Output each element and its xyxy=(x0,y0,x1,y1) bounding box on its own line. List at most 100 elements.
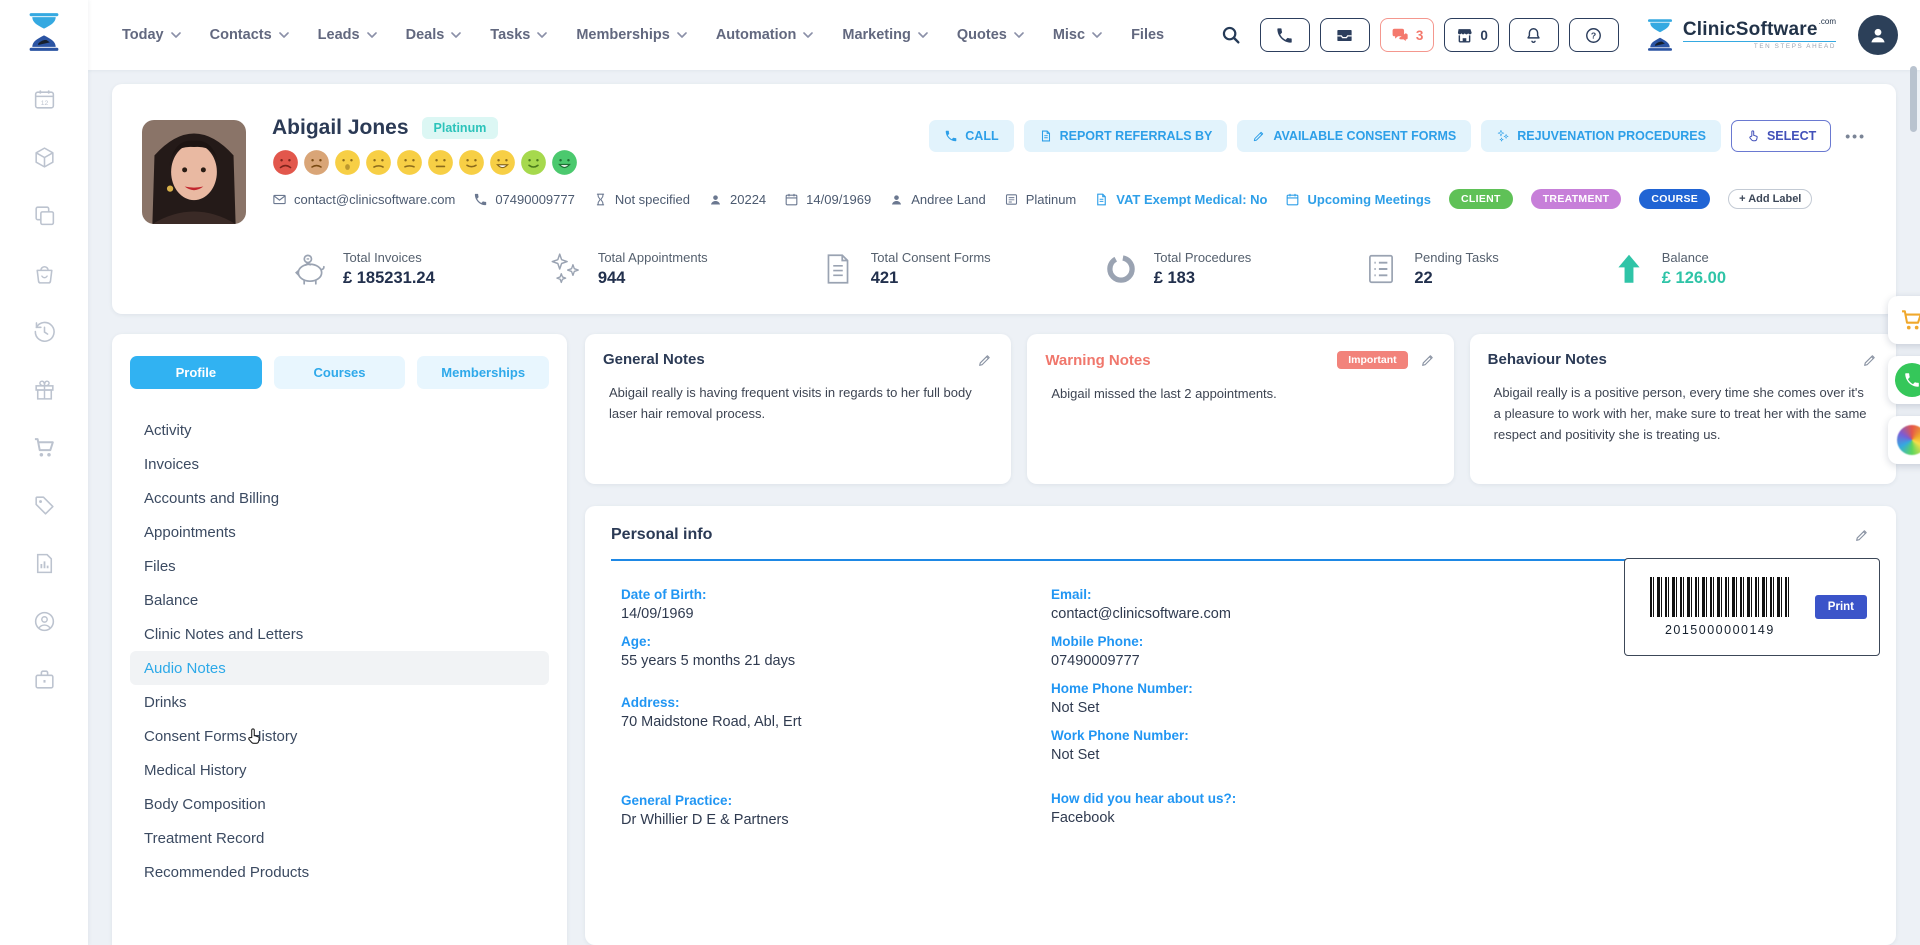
tier-chip[interactable]: Platinum xyxy=(1004,192,1077,207)
chevron-down-icon xyxy=(367,32,377,38)
client-id-chip[interactable]: 20224 xyxy=(708,192,766,207)
notifications-button[interactable] xyxy=(1509,18,1559,52)
mood-face-4-icon[interactable] xyxy=(365,149,392,176)
nav-item-contacts[interactable]: Contacts xyxy=(210,27,289,43)
mood-face-3-icon[interactable] xyxy=(334,149,361,176)
menu-item-files[interactable]: Files xyxy=(130,549,549,583)
mood-face-8-icon[interactable] xyxy=(489,149,516,176)
donut-chart-icon xyxy=(1103,251,1139,287)
nav-item-leads[interactable]: Leads xyxy=(318,27,377,43)
menu-item-medical-history[interactable]: Medical History xyxy=(130,753,549,787)
tab-memberships[interactable]: Memberships xyxy=(417,356,549,389)
package-icon[interactable] xyxy=(32,145,57,170)
mood-face-2-icon[interactable] xyxy=(303,149,330,176)
cart-icon[interactable] xyxy=(32,435,57,460)
available-consent-forms-button[interactable]: AVAILABLE CONSENT FORMS xyxy=(1237,120,1471,152)
edit-pencil-icon[interactable] xyxy=(1420,352,1436,368)
label-course[interactable]: COURSE xyxy=(1639,189,1710,209)
email-chip[interactable]: contact@clinicsoftware.com xyxy=(272,192,455,207)
menu-item-activity[interactable]: Activity xyxy=(130,413,549,447)
nav-item-tasks[interactable]: Tasks xyxy=(490,27,547,43)
mood-face-7-icon[interactable] xyxy=(458,149,485,176)
edit-pencil-icon[interactable] xyxy=(1854,527,1870,543)
gift-icon[interactable] xyxy=(32,377,57,402)
basket-icon[interactable] xyxy=(32,261,57,286)
calendar-icon[interactable] xyxy=(32,87,57,112)
menu-item-recommended-products[interactable]: Recommended Products xyxy=(130,855,549,889)
rejuvenation-procedures-button[interactable]: REJUVENATION PROCEDURES xyxy=(1481,120,1721,152)
vertical-scrollbar[interactable] xyxy=(1910,66,1917,132)
phone-chip[interactable]: 07490009777 xyxy=(473,192,575,207)
add-label-button[interactable]: + Add Label xyxy=(1728,189,1812,209)
ai-globe-icon xyxy=(1897,425,1920,455)
voucher-tag-icon[interactable] xyxy=(32,493,57,518)
nav-item-files[interactable]: Files xyxy=(1131,27,1164,43)
upcoming-meetings-link[interactable]: Upcoming Meetings xyxy=(1285,192,1431,207)
menu-item-appointments[interactable]: Appointments xyxy=(130,515,549,549)
clinic-chip[interactable]: Andree Land xyxy=(889,192,985,207)
menu-item-treatment-record[interactable]: Treatment Record xyxy=(130,821,549,855)
client-icon[interactable] xyxy=(32,609,57,634)
dob-chip[interactable]: 14/09/1969 xyxy=(784,192,871,207)
mood-face-10-icon[interactable] xyxy=(551,149,578,176)
nav-item-today[interactable]: Today xyxy=(122,27,181,43)
select-button[interactable]: SELECT xyxy=(1731,120,1831,152)
call-button[interactable]: CALL xyxy=(929,120,1013,152)
shop-button[interactable]: 0 xyxy=(1444,18,1499,52)
pencil-icon xyxy=(1252,129,1266,143)
clinicsoftware-logo-icon[interactable] xyxy=(26,0,62,87)
report-referrals-button[interactable]: REPORT REFERRALS BY xyxy=(1024,120,1228,152)
stat-total-invoices: Total Invoices£ 185231.24 xyxy=(292,250,435,288)
warning-notes-card: Warning Notes Important Abigail missed t… xyxy=(1027,334,1453,484)
print-button[interactable]: Print xyxy=(1815,595,1867,619)
label-client[interactable]: CLIENT xyxy=(1449,189,1513,209)
copy-icon[interactable] xyxy=(32,203,57,228)
tab-courses[interactable]: Courses xyxy=(274,356,406,389)
nav-item-deals[interactable]: Deals xyxy=(406,27,462,43)
hourglass-icon xyxy=(593,192,608,207)
call-widget[interactable] xyxy=(1888,356,1920,404)
nav-item-quotes[interactable]: Quotes xyxy=(957,27,1024,43)
mood-face-6-icon[interactable] xyxy=(427,149,454,176)
vat-exempt-link[interactable]: VAT Exempt Medical: No xyxy=(1094,192,1267,207)
user-avatar[interactable] xyxy=(1858,15,1898,55)
briefcase-icon[interactable] xyxy=(32,667,57,692)
menu-item-body-composition[interactable]: Body Composition xyxy=(130,787,549,821)
mood-face-9-icon[interactable] xyxy=(520,149,547,176)
tab-profile[interactable]: Profile xyxy=(130,356,262,389)
note-header: General Notes xyxy=(603,351,993,368)
menu-item-invoices[interactable]: Invoices xyxy=(130,447,549,481)
history-icon[interactable] xyxy=(32,319,57,344)
nav-item-automation[interactable]: Automation xyxy=(716,27,814,43)
edit-pencil-icon[interactable] xyxy=(1862,352,1878,368)
ai-widget[interactable] xyxy=(1888,416,1920,464)
chat-button[interactable]: 3 xyxy=(1380,18,1435,52)
mood-face-5-icon[interactable] xyxy=(396,149,423,176)
menu-item-audio-notes[interactable]: Audio Notes xyxy=(130,651,549,685)
menu-item-clinic-notes-and-letters[interactable]: Clinic Notes and Letters xyxy=(130,617,549,651)
help-button[interactable] xyxy=(1569,18,1619,52)
label-treatment[interactable]: TREATMENT xyxy=(1531,189,1622,209)
phone-call-button[interactable] xyxy=(1260,18,1310,52)
menu-item-consent-forms-history[interactable]: Consent Forms History xyxy=(130,719,549,753)
edit-pencil-icon[interactable] xyxy=(977,352,993,368)
nav-item-misc[interactable]: Misc xyxy=(1053,27,1102,43)
field-label: Email: xyxy=(1051,587,1481,602)
shop-icon xyxy=(1455,26,1474,45)
menu-item-accounts-and-billing[interactable]: Accounts and Billing xyxy=(130,481,549,515)
clinicsoftware-brand[interactable]: ClinicSoftware.com TEN STEPS AHEAD xyxy=(1645,18,1836,52)
status-chip[interactable]: Not specified xyxy=(593,192,690,207)
search-icon[interactable] xyxy=(1220,24,1242,46)
menu-item-balance[interactable]: Balance xyxy=(130,583,549,617)
report-icon[interactable] xyxy=(32,551,57,576)
patient-photo[interactable] xyxy=(142,120,246,224)
inbox-button[interactable] xyxy=(1320,18,1370,52)
nav-item-marketing[interactable]: Marketing xyxy=(842,27,928,43)
cart-widget[interactable] xyxy=(1888,296,1920,344)
profile-tabs: Profile Courses Memberships xyxy=(130,356,549,389)
more-options-button[interactable]: ••• xyxy=(1841,128,1870,144)
brand-tld: .com xyxy=(1819,17,1836,26)
nav-item-memberships[interactable]: Memberships xyxy=(576,27,686,43)
menu-item-drinks[interactable]: Drinks xyxy=(130,685,549,719)
mood-face-1-icon[interactable] xyxy=(272,149,299,176)
